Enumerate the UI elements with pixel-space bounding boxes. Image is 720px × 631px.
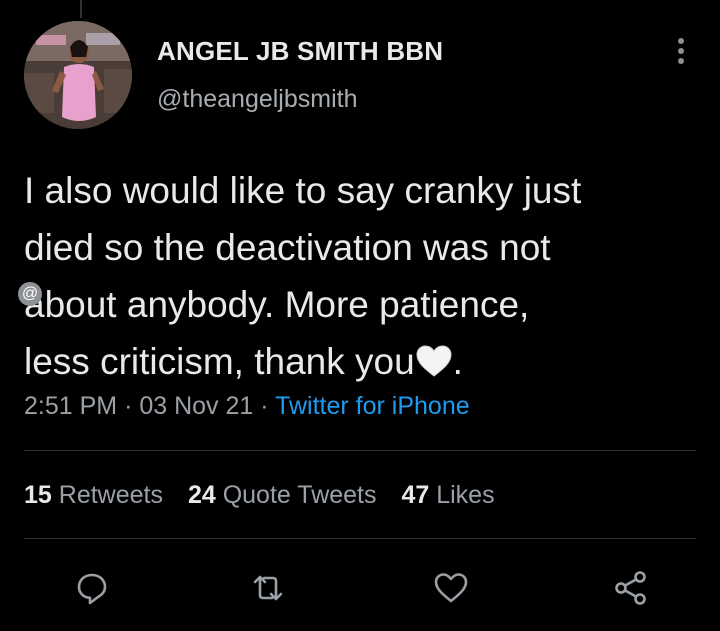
heart-icon[interactable]: [429, 566, 473, 610]
white-heart-icon: [415, 337, 453, 377]
meta-separator: ·: [260, 392, 269, 420]
reply-icon[interactable]: [70, 566, 114, 610]
tweet-line-last: less criticism, thank you.: [24, 333, 704, 390]
tweet-source-link[interactable]: Twitter for iPhone: [275, 392, 470, 420]
link-badge-icon: @: [18, 282, 42, 306]
avatar-photo: [24, 21, 132, 129]
tweet-line: died so the deactivation was not: [24, 227, 551, 268]
tweet-line: less criticism, thank you: [24, 341, 415, 382]
quotes-count: 24: [187, 481, 216, 509]
retweets-stat[interactable]: 15 Retweets: [24, 481, 163, 510]
meta-separator: ·: [124, 392, 133, 420]
avatar[interactable]: [24, 21, 132, 129]
display-name[interactable]: ANGEL JB SMITH BBN: [157, 36, 443, 67]
divider: [24, 538, 696, 539]
divider: [24, 450, 696, 451]
tweet-meta: 2:51 PM · 03 Nov 21 · Twitter for iPhone: [24, 392, 470, 421]
user-handle[interactable]: @theangeljbsmith: [157, 85, 358, 114]
tweet-line: about anybody. More patience,: [24, 284, 530, 325]
likes-count: 47: [401, 481, 430, 509]
tweet-punctuation: .: [452, 341, 463, 382]
engagement-stats: 15 Retweets 24 Quote Tweets 47 Likes: [24, 481, 513, 510]
action-bar: [0, 566, 720, 610]
tweet-card: ANGEL JB SMITH BBN @theangeljbsmith I al…: [0, 0, 720, 631]
retweet-icon[interactable]: [246, 566, 290, 610]
retweets-label: Retweets: [58, 481, 163, 509]
more-vertical-icon[interactable]: [674, 38, 688, 68]
retweets-count: 15: [24, 481, 52, 509]
likes-label: Likes: [436, 481, 495, 509]
tweet-line: I also would like to say cranky just: [24, 170, 582, 211]
quote-tweets-stat[interactable]: 24 Quote Tweets: [188, 481, 377, 510]
tweet-date[interactable]: 03 Nov 21: [139, 392, 253, 420]
thread-line: [80, 0, 82, 18]
share-icon[interactable]: [609, 566, 653, 610]
tweet-time[interactable]: 2:51 PM: [24, 392, 117, 420]
likes-stat[interactable]: 47 Likes: [401, 481, 494, 510]
quotes-label: Quote Tweets: [222, 481, 377, 509]
tweet-text: I also would like to say cranky just die…: [24, 162, 704, 390]
